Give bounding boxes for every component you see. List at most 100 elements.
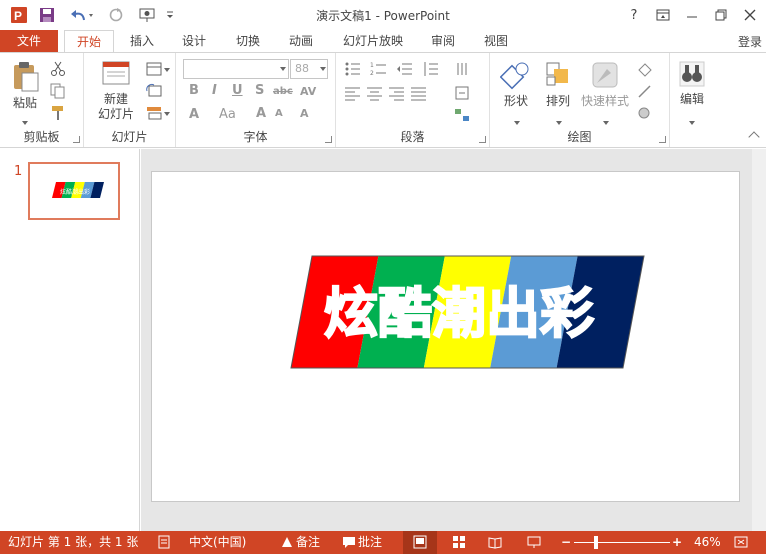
thumbnail-mini-text: 炫酷潮出彩 bbox=[60, 188, 90, 196]
numbering-icon[interactable]: 12 bbox=[370, 61, 386, 77]
increase-font-icon[interactable]: A bbox=[256, 106, 266, 121]
change-case-icon[interactable]: Aa bbox=[219, 107, 236, 122]
tab-animations[interactable]: 动画 bbox=[279, 30, 323, 52]
shape-fill-icon[interactable] bbox=[636, 61, 652, 77]
new-slide-label-1: 新建 bbox=[103, 92, 128, 106]
slide-sorter-icon[interactable] bbox=[452, 535, 466, 549]
slide-thumbnail-pane: 1 炫酷潮出彩 bbox=[0, 149, 140, 531]
zoom-slider[interactable] bbox=[574, 542, 670, 543]
paste-button[interactable]: 粘贴 bbox=[6, 59, 44, 125]
bullets-icon[interactable] bbox=[344, 61, 360, 77]
text-direction-icon[interactable] bbox=[454, 61, 470, 77]
font-size-value: 88 bbox=[295, 62, 309, 75]
font-group-label: 字体 bbox=[243, 130, 268, 144]
restore-button[interactable] bbox=[709, 4, 733, 26]
font-group: 88 B I U S abc AV A Aa A A A 字体 bbox=[176, 53, 336, 147]
align-center-icon[interactable] bbox=[366, 85, 382, 101]
slide-artwork: 炫酷潮出彩 bbox=[290, 255, 645, 369]
slideshow-icon[interactable] bbox=[527, 535, 541, 549]
zoom-slider-thumb[interactable] bbox=[594, 536, 599, 549]
new-slide-icon bbox=[102, 61, 130, 85]
decrease-indent-icon[interactable] bbox=[396, 61, 412, 77]
drawing-group: 形状 排列 快速样式 绘图 bbox=[490, 53, 670, 147]
font-color-icon[interactable]: A bbox=[189, 107, 199, 122]
comments-button[interactable]: 批注 bbox=[358, 534, 382, 551]
normal-view-button[interactable] bbox=[403, 531, 437, 554]
tab-view[interactable]: 视图 bbox=[474, 30, 518, 52]
italic-icon[interactable]: I bbox=[212, 83, 217, 98]
format-painter-icon[interactable] bbox=[50, 105, 66, 121]
align-left-icon[interactable] bbox=[344, 85, 360, 101]
line-spacing-icon[interactable] bbox=[422, 61, 438, 77]
drawing-launcher[interactable] bbox=[659, 136, 666, 143]
help-button[interactable]: ? bbox=[622, 4, 646, 26]
shadow-icon[interactable]: S bbox=[255, 83, 264, 98]
slides-group-label: 幻灯片 bbox=[111, 130, 148, 144]
close-button[interactable] bbox=[738, 4, 762, 26]
clipboard-group-label: 剪贴板 bbox=[23, 130, 60, 144]
bold-icon[interactable]: B bbox=[189, 83, 199, 98]
quick-styles-icon bbox=[592, 62, 618, 88]
tab-insert[interactable]: 插入 bbox=[120, 30, 164, 52]
help-label: ? bbox=[630, 7, 638, 23]
clear-formatting-icon[interactable]: A bbox=[300, 107, 309, 120]
slide-thumbnail[interactable]: 炫酷潮出彩 bbox=[28, 162, 120, 220]
minimize-button[interactable] bbox=[680, 4, 704, 26]
layout-icon[interactable] bbox=[146, 61, 162, 77]
slide-title-text[interactable]: 炫酷潮出彩 bbox=[323, 281, 595, 346]
clipboard-launcher[interactable] bbox=[73, 136, 80, 143]
language-status[interactable]: 中文(中国) bbox=[189, 534, 246, 551]
decrease-font-icon[interactable]: A bbox=[275, 108, 283, 119]
quick-styles-button[interactable]: 快速样式 bbox=[580, 59, 630, 125]
collapse-ribbon-icon[interactable] bbox=[748, 131, 760, 143]
align-right-icon[interactable] bbox=[388, 85, 404, 101]
comments-icon bbox=[343, 537, 355, 548]
strikethrough-icon[interactable]: abc bbox=[273, 86, 293, 97]
section-icon[interactable] bbox=[146, 105, 162, 121]
slide-canvas[interactable]: 炫酷潮出彩 bbox=[151, 171, 740, 502]
copy-icon[interactable] bbox=[50, 83, 66, 99]
drawing-group-label: 绘图 bbox=[567, 130, 592, 144]
editing-button[interactable]: 编辑 bbox=[674, 59, 710, 125]
tab-transitions[interactable]: 切换 bbox=[226, 30, 270, 52]
paragraph-launcher[interactable] bbox=[479, 136, 486, 143]
new-slide-label-2: 幻灯片 bbox=[97, 107, 134, 121]
justify-icon[interactable] bbox=[410, 85, 426, 101]
align-text-icon[interactable] bbox=[454, 85, 470, 101]
tab-home[interactable]: 开始 bbox=[64, 30, 114, 52]
ribbon: 粘贴 剪贴板 新建 幻灯片 幻灯片 88 B I U S abc AV A Aa… bbox=[0, 52, 766, 148]
zoom-out-button[interactable]: − bbox=[561, 534, 571, 551]
notes-button[interactable]: 备注 bbox=[296, 534, 320, 551]
paste-icon bbox=[14, 62, 39, 92]
reading-view-icon[interactable] bbox=[488, 535, 502, 549]
arrange-label: 排列 bbox=[545, 94, 570, 108]
status-bar: 幻灯片 第 1 张，共 1 张 中文(中国) 备注 批注 − + 46% bbox=[0, 531, 766, 554]
new-slide-button[interactable]: 新建 幻灯片 bbox=[90, 59, 142, 122]
underline-icon[interactable]: U bbox=[232, 83, 243, 98]
tab-review[interactable]: 审阅 bbox=[421, 30, 465, 52]
clipboard-group: 粘贴 剪贴板 bbox=[0, 53, 84, 147]
spellcheck-icon[interactable] bbox=[157, 535, 171, 549]
sign-in-link[interactable]: 登录 bbox=[738, 33, 766, 50]
shapes-button[interactable]: 形状 bbox=[496, 59, 536, 125]
tab-design[interactable]: 设计 bbox=[172, 30, 216, 52]
shapes-icon bbox=[499, 62, 529, 90]
tab-file[interactable]: 文件 bbox=[0, 30, 58, 52]
vertical-scrollbar[interactable] bbox=[752, 149, 766, 531]
zoom-level[interactable]: 46% bbox=[694, 534, 721, 551]
font-name-combo[interactable] bbox=[183, 59, 289, 79]
font-launcher[interactable] bbox=[325, 136, 332, 143]
reset-icon[interactable] bbox=[146, 83, 162, 99]
smartart-icon[interactable] bbox=[454, 107, 470, 123]
notes-icon bbox=[282, 537, 292, 547]
fit-to-window-icon[interactable] bbox=[734, 535, 748, 549]
tab-slideshow[interactable]: 幻灯片放映 bbox=[335, 30, 411, 52]
cut-icon[interactable] bbox=[50, 61, 66, 77]
zoom-in-button[interactable]: + bbox=[672, 534, 682, 551]
quick-styles-label: 快速样式 bbox=[580, 94, 629, 108]
shape-outline-icon[interactable] bbox=[636, 83, 652, 99]
ribbon-display-options-button[interactable] bbox=[651, 4, 675, 26]
shape-effects-icon[interactable] bbox=[636, 105, 652, 121]
character-spacing-icon[interactable]: AV bbox=[300, 85, 316, 98]
arrange-button[interactable]: 排列 bbox=[538, 59, 578, 125]
